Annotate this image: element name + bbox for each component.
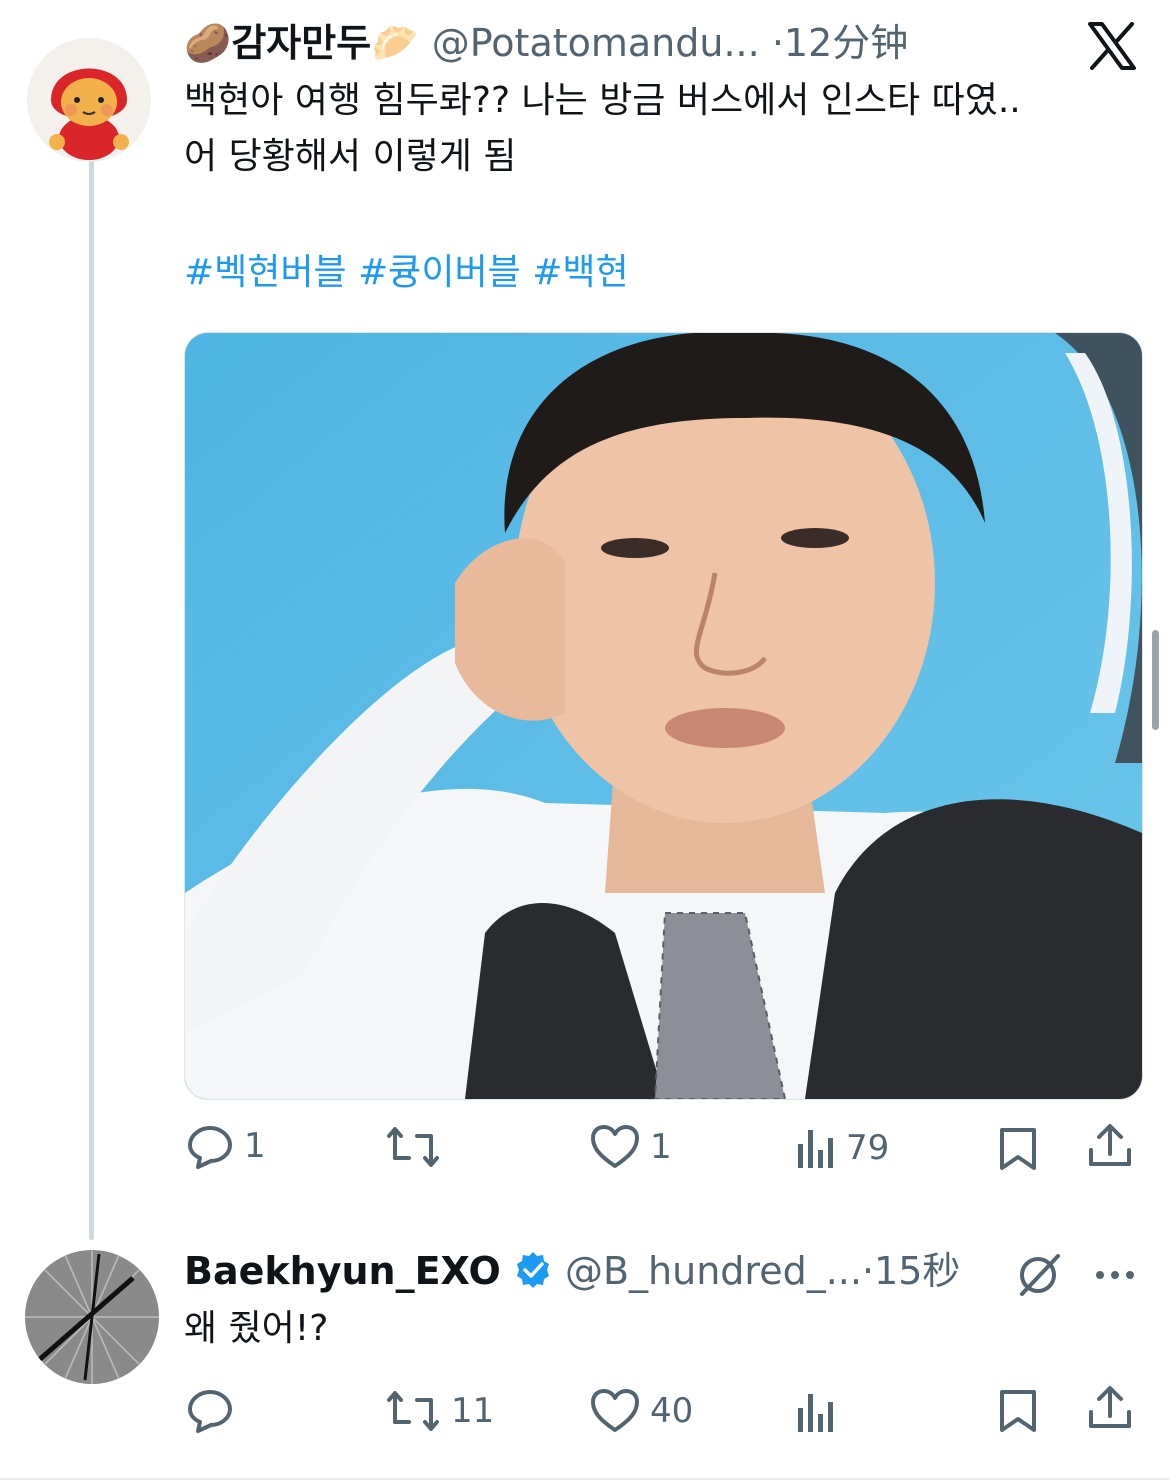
timestamp[interactable]: 15秒 (874, 1249, 960, 1293)
retweet-count: 11 (451, 1391, 495, 1431)
thread-connector-line (89, 160, 94, 1240)
reply-button[interactable] (186, 1386, 244, 1434)
x-logo-icon[interactable] (1086, 22, 1138, 74)
grok-icon[interactable] (1014, 1250, 1064, 1302)
divider (0, 1478, 1169, 1480)
share-icon (1089, 1386, 1131, 1428)
like-count: 40 (650, 1391, 694, 1431)
like-button[interactable]: 1 (590, 1124, 672, 1170)
like-icon (591, 1125, 639, 1168)
hashtag-link[interactable]: #벡현버블 (184, 252, 347, 293)
tweet-text: 왜 줬어!? (184, 1308, 329, 1349)
avatar[interactable] (27, 38, 151, 162)
timestamp[interactable]: 12分钟 (784, 21, 908, 65)
potato-emoji: 🥔 (184, 21, 232, 65)
retweet-icon (387, 1391, 439, 1431)
like-icon (591, 1389, 639, 1432)
scrollbar-thumb[interactable] (1152, 630, 1159, 730)
bookmark-icon (1000, 1128, 1036, 1170)
handle[interactable]: @Potatomandu... (432, 21, 760, 65)
display-name-link[interactable]: 🥔감자만두🥟 (184, 21, 432, 65)
hashtag-list: #벡현버블 #큥이버블 #백현 (184, 250, 629, 296)
separator-dot: · (771, 21, 784, 65)
hooded-mascot-avatar-image (27, 38, 151, 162)
display-name: 감자만두 (231, 21, 372, 65)
reply-count: 1 (244, 1126, 266, 1166)
dumpling-emoji: 🥟 (371, 21, 419, 65)
tweet-text-line-2: 어 당황해서 이렇게 됨 (184, 136, 517, 177)
reply-icon (188, 1126, 232, 1169)
reply-icon (188, 1390, 232, 1433)
hashtag-link[interactable]: #큥이버블 (358, 252, 521, 293)
share-icon (1089, 1124, 1131, 1166)
verified-badge-icon (516, 1252, 549, 1288)
bookmark-icon (1000, 1390, 1036, 1432)
like-button[interactable]: 40 (590, 1388, 693, 1434)
views-button[interactable]: 79 (796, 1126, 889, 1170)
views-icon (798, 1130, 833, 1168)
bookmark-button[interactable] (998, 1388, 1038, 1438)
handle[interactable]: @B_hundred_... (565, 1249, 862, 1293)
share-button[interactable] (1086, 1384, 1134, 1436)
photo-man-in-vest (185, 333, 1142, 1099)
views-icon (798, 1394, 833, 1432)
hashtag-link[interactable]: #백현 (532, 252, 628, 293)
tweet-header: 🥔감자만두🥟 @Potatomandu... ·12分钟 (184, 20, 908, 66)
reply-button[interactable]: 1 (186, 1122, 266, 1170)
retweet-button[interactable] (385, 1124, 451, 1170)
tweet-header: Baekhyun_EXO @B_hundred_...·15秒 (184, 1248, 960, 1294)
retweet-button[interactable]: 11 (385, 1388, 494, 1434)
avatar[interactable] (25, 1250, 159, 1384)
display-name[interactable]: Baekhyun_EXO (184, 1249, 501, 1293)
tweet-text-line-1: 백현아 여행 힘두롸?? 나는 방금 버스에서 인스타 따였.. (184, 80, 1021, 121)
views-count: 79 (846, 1128, 890, 1168)
tweet-media-image[interactable] (184, 332, 1143, 1100)
abstract-lines-avatar-image (25, 1250, 159, 1384)
share-button[interactable] (1086, 1122, 1134, 1174)
bookmark-button[interactable] (998, 1126, 1038, 1176)
views-button[interactable] (796, 1390, 846, 1434)
more-icon[interactable] (1094, 1266, 1136, 1285)
separator-dot: · (861, 1249, 875, 1293)
retweet-icon (387, 1127, 439, 1167)
like-count: 1 (650, 1127, 672, 1167)
